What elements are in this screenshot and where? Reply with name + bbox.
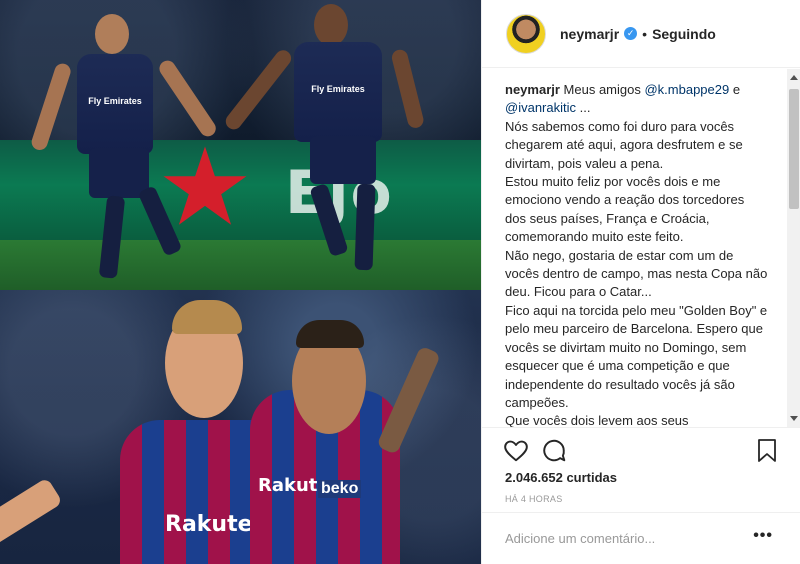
player-hair bbox=[296, 320, 364, 348]
scroll-down-arrow-icon[interactable] bbox=[790, 416, 798, 421]
caption-intro: Meus amigos bbox=[563, 82, 641, 97]
post-timestamp[interactable]: HÁ 4 HORAS bbox=[505, 494, 563, 504]
player-leg bbox=[137, 185, 183, 257]
photo-top-half: Ejo Fly Emirates Fly Emirates bbox=[0, 0, 481, 290]
separator-dot: • bbox=[642, 25, 648, 42]
likes-count[interactable]: 2.046.652 curtidas bbox=[505, 470, 617, 485]
caption-author-link[interactable]: neymarjr bbox=[505, 82, 560, 97]
post-panel: neymarjr ✓ • Seguindo neymarjr Meus amig… bbox=[481, 0, 800, 564]
caption-paragraph: Nós sabemos como foi duro para vocês che… bbox=[505, 118, 743, 171]
bookmark-icon[interactable] bbox=[755, 438, 779, 464]
caption-paragraph: Não nego, gostaria de estar com um de vo… bbox=[505, 247, 768, 300]
caption-paragraph: Fico aqui na torcida pelo meu "Golden Bo… bbox=[505, 302, 768, 410]
jersey-sponsor: Fly Emirates bbox=[311, 84, 365, 94]
caption-scroll-area[interactable]: neymarjr Meus amigos @k.mbappe29 e @ivan… bbox=[482, 69, 800, 427]
jersey-sponsor: Fly Emirates bbox=[88, 96, 142, 106]
player-head bbox=[95, 14, 129, 54]
player-leg bbox=[98, 195, 126, 279]
comment-bar: ••• bbox=[482, 512, 800, 564]
caption-conj: e bbox=[732, 82, 741, 97]
action-bar bbox=[482, 427, 800, 475]
jersey-sponsor: beko bbox=[318, 480, 362, 498]
player-leg bbox=[309, 182, 349, 258]
comment-icon[interactable] bbox=[541, 438, 567, 464]
player-leg bbox=[354, 183, 376, 271]
comment-input[interactable] bbox=[505, 531, 745, 546]
photo-bottom-half: Rakuten Rakuten beko bbox=[0, 290, 481, 564]
caption-ellipsis: ... bbox=[579, 100, 591, 116]
username-link[interactable]: neymarjr bbox=[560, 26, 619, 42]
mention-link-mbappe[interactable]: @k.mbappe29 bbox=[644, 82, 729, 97]
more-options-icon[interactable]: ••• bbox=[753, 527, 773, 545]
avatar[interactable] bbox=[506, 13, 546, 54]
caption: neymarjr Meus amigos @k.mbappe29 e @ivan… bbox=[505, 81, 768, 427]
mention-link-rakitic[interactable]: @ivanrakitic bbox=[505, 100, 576, 115]
player-right: Fly Emirates bbox=[222, 0, 440, 285]
post-photo[interactable]: Ejo Fly Emirates Fly Emirates Rakuten Ra… bbox=[0, 0, 481, 564]
caption-first-line: neymarjr Meus amigos @k.mbappe29 e @ivan… bbox=[505, 81, 768, 118]
player-shorts bbox=[310, 136, 376, 184]
player-left: Fly Emirates bbox=[29, 8, 219, 288]
caption-paragraph: Estou muito feliz por vocês dois e me em… bbox=[505, 174, 745, 245]
caption-scrollbar[interactable] bbox=[787, 69, 800, 427]
following-button[interactable]: Seguindo bbox=[652, 26, 716, 42]
scrollbar-thumb[interactable] bbox=[789, 89, 799, 209]
player-arm bbox=[390, 48, 426, 130]
caption-paragraph: Que vocês dois levem aos seus companheir… bbox=[505, 413, 689, 427]
verified-badge-icon: ✓ bbox=[624, 27, 638, 40]
player-head bbox=[314, 4, 348, 46]
scroll-up-arrow-icon[interactable] bbox=[790, 75, 798, 80]
post-header: neymarjr ✓ • Seguindo bbox=[482, 0, 800, 68]
heart-icon[interactable] bbox=[503, 438, 529, 464]
